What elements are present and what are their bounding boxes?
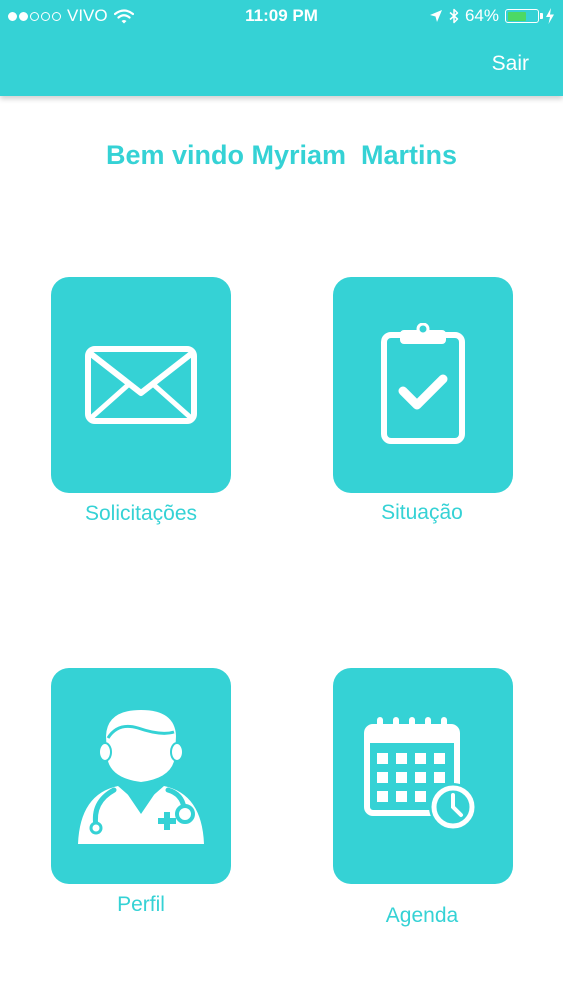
welcome-message: Bem vindo Myriam Martins xyxy=(105,140,458,170)
situacao-label[interactable]: Situação xyxy=(312,501,532,525)
solicitacoes-label[interactable]: Solicitações xyxy=(31,502,251,526)
situacao-tile-button[interactable] xyxy=(333,277,513,493)
clipboard-check-icon xyxy=(381,323,465,444)
charging-bolt-icon xyxy=(546,8,554,24)
bluetooth-icon xyxy=(449,8,459,24)
doctor-icon xyxy=(78,710,204,844)
battery-percent: 64% xyxy=(464,6,499,25)
perfil-tile-button[interactable] xyxy=(51,668,231,884)
battery-level-fill xyxy=(507,11,527,21)
envelope-icon xyxy=(85,346,197,424)
calendar-clock-icon xyxy=(364,717,477,831)
location-arrow-icon xyxy=(429,10,442,22)
logout-button[interactable]: Sair xyxy=(492,52,529,76)
agenda-tile-button[interactable] xyxy=(333,668,513,884)
battery-icon xyxy=(505,9,543,23)
perfil-label[interactable]: Perfil xyxy=(31,893,251,917)
solicitacoes-tile-button[interactable] xyxy=(51,277,231,493)
agenda-label[interactable]: Agenda xyxy=(312,904,532,928)
status-right: 64% xyxy=(429,6,555,26)
header-bar: VIVO 11:09 PM 64% Sair xyxy=(0,0,563,96)
status-bar: VIVO 11:09 PM 64% xyxy=(0,0,563,32)
